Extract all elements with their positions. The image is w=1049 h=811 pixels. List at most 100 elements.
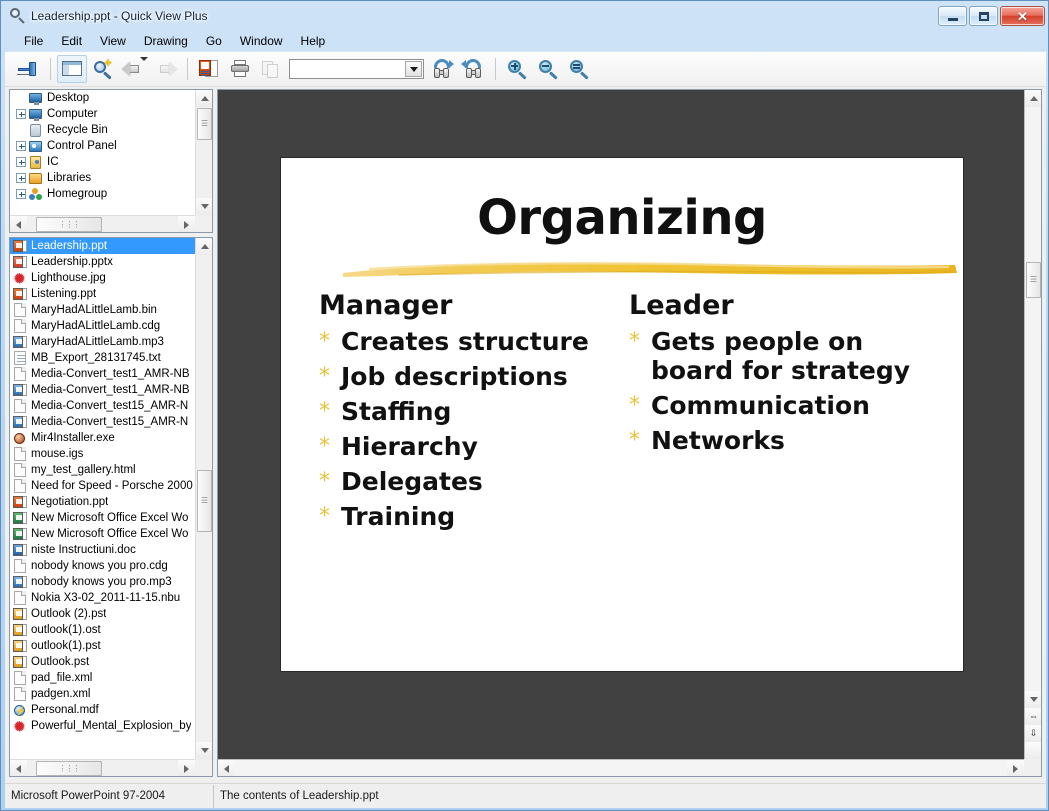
print-button[interactable] — [225, 55, 255, 83]
expander-icon[interactable] — [16, 141, 26, 151]
open-original-button[interactable] — [194, 55, 224, 83]
pin-button[interactable] — [13, 55, 43, 83]
scroll-down-button[interactable] — [196, 198, 212, 215]
list-item[interactable]: Need for Speed - Porsche 2000 — [10, 478, 195, 494]
find-dropdown-button[interactable] — [405, 61, 422, 77]
toggle-panes-button[interactable] — [57, 55, 87, 83]
preview-mode-button[interactable]: ✦ — [88, 55, 118, 83]
scroll-left-button[interactable] — [218, 760, 235, 776]
expander-icon[interactable] — [16, 157, 26, 167]
scroll-left-button[interactable] — [10, 760, 27, 776]
list-item[interactable]: Media-Convert_test1_AMR-NB — [10, 382, 195, 398]
folder-tree-list[interactable]: Desktop Computer Recycle Bin Control Pan… — [10, 90, 195, 215]
list-item[interactable]: nobody knows you pro.cdg — [10, 558, 195, 574]
scroll-down-button[interactable] — [1025, 691, 1041, 708]
maximize-button[interactable] — [969, 6, 998, 26]
menu-window[interactable]: Window — [231, 32, 292, 50]
next-page-button[interactable]: ⇩ — [1025, 725, 1041, 742]
close-button[interactable]: ✕ — [1000, 6, 1045, 26]
tree-item-desktop[interactable]: Desktop — [10, 90, 195, 106]
previous-page-button[interactable]: ⇔ — [1025, 708, 1041, 725]
zoom-in-button[interactable] — [502, 55, 532, 83]
list-item[interactable]: outlook(1).ost — [10, 622, 195, 638]
list-item[interactable]: Leadership.pptx — [10, 254, 195, 270]
list-item[interactable]: pad_file.xml — [10, 670, 195, 686]
menu-go[interactable]: Go — [197, 32, 231, 50]
expander-icon[interactable] — [16, 189, 26, 199]
expander-icon[interactable] — [16, 93, 26, 103]
scroll-thumb[interactable] — [197, 108, 212, 140]
menu-edit[interactable]: Edit — [52, 32, 91, 50]
scroll-up-button[interactable] — [1025, 90, 1041, 107]
tree-item-ic[interactable]: IC — [10, 154, 195, 170]
scroll-right-button[interactable] — [178, 216, 195, 232]
list-item[interactable]: Media-Convert_test15_AMR-N — [10, 398, 195, 414]
list-item[interactable]: MaryHadALittleLamb.mp3 — [10, 334, 195, 350]
scroll-thumb[interactable] — [36, 217, 102, 232]
list-item[interactable]: outlook(1).pst — [10, 638, 195, 654]
scroll-right-button[interactable] — [178, 760, 195, 776]
viewer-canvas[interactable]: Organizing Manager * Creates structure *… — [218, 90, 1024, 759]
viewer-horizontal-scrollbar[interactable] — [218, 759, 1024, 776]
menu-file[interactable]: File — [15, 32, 52, 50]
back-button[interactable] — [119, 55, 149, 83]
list-item[interactable]: nobody knows you pro.mp3 — [10, 574, 195, 590]
menu-view[interactable]: View — [91, 32, 135, 50]
list-item[interactable]: niste Instructiuni.doc — [10, 542, 195, 558]
folder-tree-horizontal-scrollbar[interactable] — [10, 215, 195, 232]
tree-item-recycle-bin[interactable]: Recycle Bin — [10, 122, 195, 138]
scroll-up-button[interactable] — [196, 238, 212, 255]
menu-drawing[interactable]: Drawing — [135, 32, 197, 50]
list-item[interactable]: Negotiation.ppt — [10, 494, 195, 510]
file-list-vertical-scrollbar[interactable] — [195, 238, 212, 759]
expander-icon[interactable] — [16, 173, 26, 183]
scroll-right-button[interactable] — [1007, 760, 1024, 776]
find-combobox[interactable] — [289, 59, 424, 79]
list-item[interactable]: MB_Export_28131745.txt — [10, 350, 195, 366]
zoom-out-button[interactable] — [533, 55, 563, 83]
scroll-thumb[interactable] — [197, 470, 212, 532]
list-item[interactable]: Media-Convert_test15_AMR-N — [10, 414, 195, 430]
file-list-horizontal-scrollbar[interactable] — [10, 759, 195, 776]
list-item[interactable]: MaryHadALittleLamb.cdg — [10, 318, 195, 334]
find-input[interactable] — [290, 61, 402, 77]
list-item[interactable]: Mir4Installer.exe — [10, 430, 195, 446]
list-item[interactable]: Outlook.pst — [10, 654, 195, 670]
tree-item-control-panel[interactable]: Control Panel — [10, 138, 195, 154]
find-previous-button[interactable] — [458, 55, 488, 83]
viewer-vertical-scrollbar[interactable]: ⇔ ⇩ — [1024, 90, 1041, 759]
scroll-thumb[interactable] — [36, 761, 102, 776]
minimize-button[interactable] — [938, 6, 967, 26]
application-window: Leadership.ppt - Quick View Plus ✕ File … — [0, 0, 1049, 811]
list-item[interactable]: ✺ Lighthouse.jpg — [10, 270, 195, 286]
copy-button[interactable] — [256, 55, 286, 83]
list-item[interactable]: Nokia X3-02_2011-11-15.nbu — [10, 590, 195, 606]
list-item[interactable]: my_test_gallery.html — [10, 462, 195, 478]
list-item[interactable]: ⚡ Personal.mdf — [10, 702, 195, 718]
tree-item-libraries[interactable]: Libraries — [10, 170, 195, 186]
find-next-button[interactable] — [427, 55, 457, 83]
tree-item-homegroup[interactable]: Homegroup — [10, 186, 195, 202]
zoom-fit-button[interactable] — [564, 55, 594, 83]
tree-item-computer[interactable]: Computer — [10, 106, 195, 122]
forward-button[interactable] — [150, 55, 180, 83]
scroll-up-button[interactable] — [196, 90, 212, 107]
list-item[interactable]: padgen.xml — [10, 686, 195, 702]
file-list[interactable]: Leadership.ppt Leadership.pptx ✺ Lighthouse… — [10, 238, 195, 759]
list-item[interactable]: New Microsoft Office Excel Wo — [10, 526, 195, 542]
list-item[interactable]: ✺ Powerful_Mental_Explosion_by — [10, 718, 195, 734]
scroll-down-button[interactable] — [196, 742, 212, 759]
list-item[interactable]: Media-Convert_test1_AMR-NB — [10, 366, 195, 382]
list-item[interactable]: Listening.ppt — [10, 286, 195, 302]
expander-icon[interactable] — [16, 109, 26, 119]
list-item[interactable]: mouse.igs — [10, 446, 195, 462]
list-item[interactable]: Leadership.ppt — [10, 238, 195, 254]
scroll-left-button[interactable] — [10, 216, 27, 232]
chevron-down-icon[interactable] — [140, 57, 148, 61]
list-item[interactable]: New Microsoft Office Excel Wo — [10, 510, 195, 526]
folder-tree-vertical-scrollbar[interactable] — [195, 90, 212, 215]
list-item[interactable]: MaryHadALittleLamb.bin — [10, 302, 195, 318]
menu-help[interactable]: Help — [292, 32, 335, 50]
scroll-thumb[interactable] — [1026, 262, 1041, 298]
list-item[interactable]: Outlook (2).pst — [10, 606, 195, 622]
